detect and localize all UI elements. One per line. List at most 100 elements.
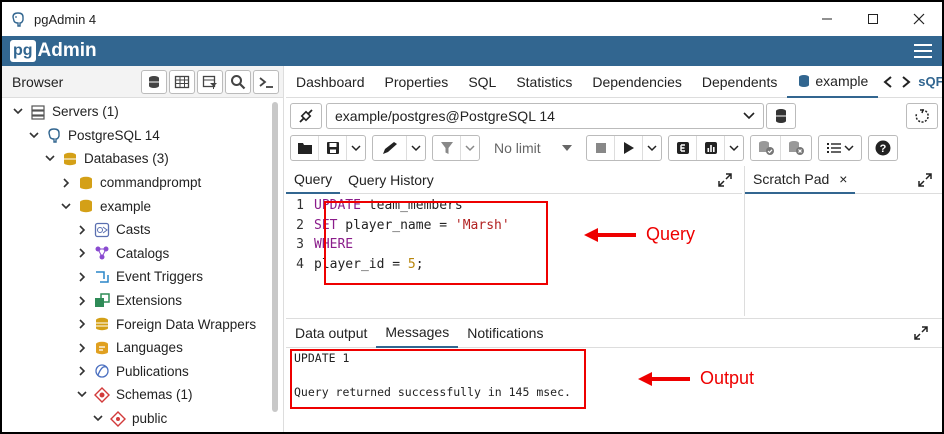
editor-tabs: Query Query History	[286, 166, 742, 194]
filter-options-dropdown[interactable]	[461, 136, 479, 160]
tab-query-tool[interactable]: example	[787, 66, 879, 98]
tab-query-history[interactable]: Query History	[340, 166, 442, 194]
tab-sql[interactable]: SQL	[458, 66, 506, 98]
explain-options-dropdown[interactable]	[725, 136, 743, 160]
edit-options-dropdown[interactable]	[407, 136, 425, 160]
tree-item[interactable]: Catalogs	[2, 242, 270, 266]
explain-analyze-button[interactable]	[697, 136, 725, 160]
chevron-right-icon[interactable]	[76, 295, 88, 307]
view-data-button[interactable]	[169, 69, 195, 94]
reset-layout-button[interactable]	[906, 103, 938, 129]
close-icon[interactable]: ×	[839, 171, 847, 187]
chevron-down-icon[interactable]	[76, 389, 88, 401]
connection-select[interactable]: example/postgres@PostgreSQL 14	[326, 103, 764, 129]
play-icon	[623, 142, 634, 154]
search-icon	[231, 74, 246, 89]
tab-messages[interactable]: Messages	[376, 318, 459, 348]
minimize-icon	[822, 18, 832, 20]
tree-item[interactable]: Casts	[2, 218, 270, 242]
tree-item[interactable]: Foreign Data Wrappers	[2, 312, 270, 336]
tree-item[interactable]: Publications	[2, 360, 270, 384]
chevron-right-icon[interactable]	[76, 318, 88, 330]
chevron-left-icon[interactable]	[882, 75, 894, 89]
database-stack-icon	[149, 75, 159, 88]
maximize-button[interactable]	[850, 2, 896, 36]
tab-dashboard[interactable]: Dashboard	[286, 66, 375, 98]
chevron-down-icon[interactable]	[28, 129, 40, 141]
tree-item-label: example	[100, 198, 152, 214]
explain-button[interactable]	[669, 136, 697, 160]
minimize-button[interactable]	[804, 2, 850, 36]
filtered-rows-button[interactable]	[197, 69, 223, 94]
commit-button[interactable]	[751, 136, 781, 160]
chevron-down-icon[interactable]	[92, 413, 104, 425]
filter-button[interactable]	[433, 136, 461, 160]
macros-button[interactable]	[819, 136, 861, 160]
tree-item[interactable]: Servers (1)	[2, 100, 270, 124]
execute-options-dropdown[interactable]	[643, 136, 661, 160]
help-button[interactable]: ?	[869, 136, 897, 160]
tree-item[interactable]: Extensions	[2, 289, 270, 313]
chevron-down-icon[interactable]	[12, 106, 24, 118]
tree-item[interactable]: Event Triggers	[2, 265, 270, 289]
object-explorer-button[interactable]	[141, 69, 167, 94]
tab-data-output[interactable]: Data output	[286, 318, 376, 348]
save-options-dropdown[interactable]	[347, 136, 365, 160]
tab-dependents[interactable]: Dependents	[692, 66, 788, 98]
browser-scrollbar[interactable]	[272, 102, 278, 412]
tree-item[interactable]: PostgreSQL 14	[2, 124, 270, 148]
transaction-group	[750, 135, 812, 161]
save-file-button[interactable]	[319, 136, 347, 160]
chevron-right-icon[interactable]	[900, 75, 912, 89]
fdw-icon	[94, 316, 110, 332]
close-window-button[interactable]	[896, 2, 942, 36]
tab-scratch-pad[interactable]: Scratch Pad ×	[745, 166, 856, 194]
arrow-left-icon	[638, 371, 690, 386]
expand-icon[interactable]	[718, 172, 732, 187]
filter-group	[432, 135, 480, 161]
tree-item-label: Schemas (1)	[116, 387, 193, 403]
execute-button[interactable]	[615, 136, 643, 160]
tree-item[interactable]: Languages	[2, 336, 270, 360]
chevron-down-icon[interactable]	[60, 200, 72, 212]
tree-item-label: Catalogs	[116, 245, 170, 261]
sql-editor[interactable]: 1 UPDATE team_members 2 SET player_name …	[286, 196, 742, 316]
chevron-right-icon[interactable]	[76, 247, 88, 259]
edit-button[interactable]	[373, 136, 407, 160]
tree-item[interactable]: Databases (3)	[2, 147, 270, 171]
tab-properties[interactable]: Properties	[375, 66, 459, 98]
tab-navigation: sQF	[882, 74, 942, 89]
expand-icon[interactable]	[914, 326, 928, 340]
row-limit-value: No limit	[494, 140, 541, 156]
tab-statistics[interactable]: Statistics	[506, 66, 582, 98]
chevron-right-icon[interactable]	[76, 271, 88, 283]
arrow-left-icon	[584, 227, 636, 242]
logo-pg-text: pg	[10, 40, 36, 62]
cast-icon	[94, 222, 110, 238]
row-limit-select[interactable]: No limit	[486, 140, 580, 156]
chevron-right-icon[interactable]	[60, 177, 72, 189]
connection-status-button[interactable]	[290, 103, 322, 129]
open-file-button[interactable]	[291, 136, 319, 160]
tab-notifications[interactable]: Notifications	[458, 318, 552, 348]
tab-query[interactable]: Query	[286, 166, 341, 194]
tab-query-tool-label: example	[815, 72, 869, 89]
chevron-down-icon[interactable]	[44, 153, 56, 165]
chevron-right-icon[interactable]	[76, 365, 88, 377]
hamburger-menu-icon[interactable]	[914, 44, 932, 58]
tree-item[interactable]: Schemas (1)	[2, 383, 270, 407]
stop-button[interactable]	[587, 136, 615, 160]
tree-item[interactable]: commandprompt	[2, 171, 270, 195]
output-highlight-box	[290, 349, 586, 409]
chevron-right-icon[interactable]	[76, 224, 88, 236]
chevron-right-icon[interactable]	[76, 342, 88, 354]
psql-tool-button[interactable]	[253, 69, 279, 94]
tree-item[interactable]: public	[2, 407, 270, 431]
tree-item[interactable]: example	[2, 194, 270, 218]
tab-dependencies[interactable]: Dependencies	[582, 66, 692, 98]
new-connection-button[interactable]	[766, 103, 796, 129]
rollback-button[interactable]	[781, 136, 811, 160]
search-objects-button[interactable]	[225, 69, 251, 94]
schema-icon	[94, 386, 110, 403]
expand-icon[interactable]	[918, 172, 932, 187]
